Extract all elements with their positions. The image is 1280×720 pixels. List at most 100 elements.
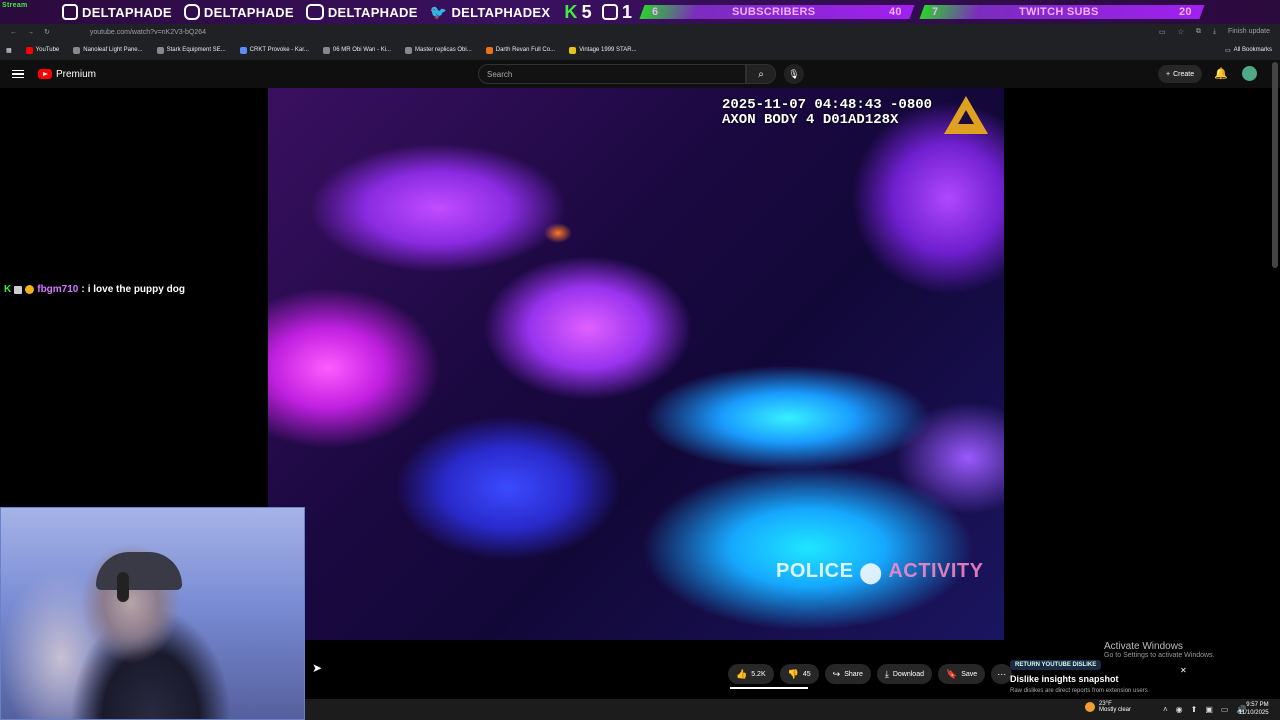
clock-time: 9:57 PM — [1246, 702, 1269, 708]
tsubs-current: 7 — [932, 6, 939, 18]
tray-app-icon[interactable]: ▣ — [1205, 705, 1213, 714]
network-icon[interactable]: ▭ — [1221, 705, 1229, 714]
site-favicon-icon — [485, 46, 493, 54]
twitch-count-icon — [601, 4, 618, 20]
instagram-handle: DELTAPHADE — [203, 4, 294, 20]
weather-widget[interactable]: 23°F Mostly clear — [1085, 701, 1131, 713]
tray-app-icon[interactable]: ◉ — [1176, 705, 1183, 714]
clock-date: 11/10/2025 — [1239, 710, 1269, 716]
chat-message: K fbgm710 : i love the puppy dog — [4, 284, 185, 295]
brand-label: Premium — [56, 68, 97, 80]
bookmark-item[interactable]: Nanoleaf Light Pane... — [73, 46, 143, 54]
axon-logo-icon — [944, 96, 988, 134]
bookmark-label: 06 MR Obi Wan - Ki... — [332, 47, 392, 53]
watermark-badge-icon: ⬤ — [859, 562, 883, 584]
bookmark-item[interactable]: Stark Equipment SE... — [156, 46, 226, 54]
close-icon[interactable]: ✕ — [1180, 666, 1187, 675]
address-row: ← → ↻ youtube.com/watch?v=nK2V3-bQ264 ▭ … — [0, 24, 1280, 40]
subs-goal: 40 — [889, 6, 903, 18]
share-icon: ↪ — [832, 668, 841, 679]
system-tray: ˄ ◉ ⬆ ▣ ▭ 🔊 — [1163, 705, 1246, 714]
bookmark-label: Master replicas Obi... — [415, 47, 472, 53]
cast-icon[interactable]: ▭ — [1159, 28, 1166, 36]
twitter-icon: 🐦 — [429, 3, 448, 20]
tray-app-icon[interactable]: ⬆ — [1191, 705, 1198, 714]
bookmark-item[interactable]: CRKT Provoke - Kar... — [239, 46, 309, 54]
instagram-social: DELTAPHADE — [178, 4, 300, 20]
chat-separator: : — [81, 284, 85, 295]
bookmark-label: YouTube — [35, 47, 60, 53]
menu-icon[interactable] — [12, 69, 24, 79]
apps-icon[interactable]: ▦ — [6, 47, 12, 54]
bookmark-item[interactable]: Master replicas Obi... — [405, 46, 472, 54]
bookmark-label: Darth Revan Full Co... — [495, 47, 556, 53]
video-player[interactable]: 2025-11-07 04:48:43 -0800 AXON BODY 4 D0… — [268, 88, 1004, 640]
tsubs-label: TWITCH SUBS — [1019, 6, 1099, 18]
browser-toolbar: ▭ ☆ ⧉ ⤓ Finish update — [1159, 28, 1280, 36]
all-bookmarks[interactable]: ▭ All Bookmarks — [1225, 47, 1280, 54]
twitch-handle: DELTAPHADE — [82, 4, 172, 20]
create-label: Create — [1173, 70, 1195, 78]
tsubs-goal: 20 — [1179, 6, 1193, 18]
site-favicon-icon — [156, 46, 164, 54]
page-scrollbar[interactable] — [1272, 62, 1278, 268]
like-count: 5.2K — [751, 670, 766, 678]
dislike-count: 45 — [802, 670, 811, 678]
bookmark-item[interactable]: YouTube — [25, 46, 60, 54]
update-button[interactable]: Finish update — [1228, 28, 1270, 36]
bookmark-item[interactable]: Vintage 1999 STAR... — [569, 46, 637, 54]
bookmark-item[interactable]: Darth Revan Full Co... — [485, 46, 556, 54]
download-button[interactable]: ⤓ Download — [876, 664, 932, 684]
bodycam-timestamp: 2025-11-07 04:48:43 -0800 AXON BODY 4 D0… — [722, 98, 932, 128]
address-bar[interactable]: youtube.com/watch?v=nK2V3-bQ264 — [90, 29, 206, 36]
bookmark-star-icon[interactable]: ☆ — [1178, 28, 1184, 36]
voice-search-button[interactable]: 🎙 — [784, 64, 804, 84]
like-button[interactable]: 👍 5.2K — [728, 664, 774, 684]
save-button[interactable]: 🔖 Save — [938, 664, 986, 684]
cap-shape — [96, 552, 182, 590]
search-button[interactable]: ⌕ — [746, 64, 776, 84]
dislike-button[interactable]: 👎 45 — [779, 664, 819, 684]
headset-shape — [117, 572, 129, 602]
taskbar-clock[interactable]: 9:57 PM 11/10/2025 — [1239, 701, 1269, 717]
download-arrow-icon: ⤓ — [884, 668, 889, 679]
site-favicon-icon — [73, 46, 81, 54]
twitter-handle: DELTAPHADEX — [451, 4, 551, 20]
reload-icon[interactable]: ↻ — [44, 28, 50, 36]
ryd-badge: RETURN YOUTUBE DISLIKE — [1010, 660, 1102, 670]
instagram-icon — [183, 4, 200, 20]
search-icon: ⌕ — [758, 68, 764, 80]
watermark-part-a: POLICE — [776, 560, 854, 582]
site-favicon-icon — [322, 46, 330, 54]
avatar[interactable] — [1242, 66, 1257, 81]
notifications-icon[interactable]: 🔔 — [1214, 67, 1228, 80]
back-icon[interactable]: ← — [10, 29, 17, 36]
site-favicon-icon — [569, 46, 577, 54]
all-bookmarks-label: All Bookmarks — [1233, 47, 1272, 53]
download-label: Download — [892, 670, 924, 678]
bookmark-item[interactable]: 06 MR Obi Wan - Ki... — [322, 46, 392, 54]
folder-icon: ▭ — [1224, 47, 1231, 54]
extensions-icon[interactable]: ⧉ — [1196, 28, 1201, 36]
weather-condition: Mostly clear — [1099, 707, 1132, 713]
k-count: 5 — [581, 1, 592, 22]
youtube-topbar: Premium Search ⌕ 🎙 + Create 🔔 — [0, 60, 1280, 88]
timestamp-text: 2025-11-07 04:48:43 -0800 — [722, 97, 933, 113]
k-badge-icon: K — [564, 1, 578, 22]
create-button[interactable]: + Create — [1158, 65, 1203, 83]
share-button[interactable]: ↪ Share — [824, 664, 871, 684]
youtube-logo[interactable]: Premium — [38, 69, 96, 80]
share-label: Share — [844, 670, 863, 678]
twitch-social: DELTAPHADE — [56, 4, 178, 20]
sub-badge-icon — [14, 285, 23, 294]
search-input[interactable]: Search — [478, 64, 746, 84]
streamer-webcam — [0, 507, 305, 720]
tray-chevron-icon[interactable]: ˄ — [1163, 705, 1168, 714]
stream-overlay-banner: Stream DELTAPHADE DELTAPHADE DELTAPHADE … — [0, 0, 1280, 24]
activate-title: Activate Windows — [1104, 641, 1183, 652]
plus-icon: + — [1166, 70, 1171, 78]
forward-icon[interactable]: → — [27, 29, 34, 36]
ryd-subtitle: Raw dislikes are direct reports from ext… — [1010, 688, 1148, 694]
ryd-title: Dislike insights snapshot — [1010, 674, 1119, 684]
download-icon[interactable]: ⤓ — [1213, 28, 1216, 36]
